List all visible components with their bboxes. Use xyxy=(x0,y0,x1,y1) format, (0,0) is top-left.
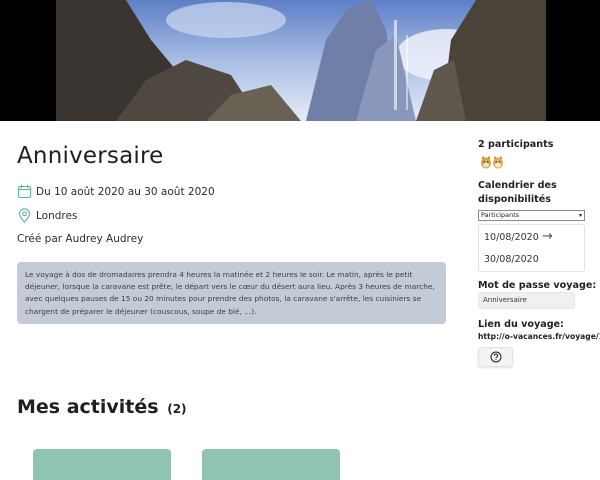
calendar-participants-select[interactable]: Participants ▾ xyxy=(478,210,585,221)
calendar-select-value: Participants xyxy=(481,211,520,219)
trip-creator: Créé par Audrey Audrey xyxy=(17,233,144,245)
chevron-down-icon: ▾ xyxy=(578,212,582,219)
calendar-icon xyxy=(17,184,32,199)
activities-heading-label: Mes activités xyxy=(17,396,159,418)
trip-dates: Du 10 août 2020 au 30 août 2020 xyxy=(36,185,215,198)
password-heading: Mot de passe voyage: xyxy=(478,280,597,291)
participants-avatars xyxy=(480,154,504,169)
help-button[interactable] xyxy=(478,347,513,367)
participants-heading: 2 participants xyxy=(478,139,554,150)
trip-location-row: Londres xyxy=(17,208,77,223)
trip-link-heading: Lien du voyage: xyxy=(478,319,564,330)
trip-title: Anniversaire xyxy=(17,143,164,169)
activities-count: (2) xyxy=(167,402,187,416)
calendar-end-date[interactable]: 30/08/2020 xyxy=(484,254,539,265)
trip-cover-image xyxy=(56,0,546,121)
trip-link-url[interactable]: http://o-vacances.fr/voyage/1 xyxy=(478,332,600,341)
trip-location: Londres xyxy=(36,209,78,222)
activities-heading: Mes activités (2) xyxy=(17,396,187,418)
trip-password-field[interactable]: Anniversaire xyxy=(478,292,575,309)
map-pin-icon xyxy=(17,208,32,223)
arrow-right-icon: → xyxy=(542,229,553,244)
calendar-date-range[interactable]: 10/08/2020 → 30/08/2020 xyxy=(478,224,585,272)
trip-dates-row: Du 10 août 2020 au 30 août 2020 xyxy=(17,184,215,199)
avatar[interactable] xyxy=(492,154,504,169)
activity-card[interactable] xyxy=(33,449,171,480)
avatar[interactable] xyxy=(480,154,492,169)
trip-description: Le voyage à dos de dromadaires prendra 4… xyxy=(17,262,446,324)
trip-cover-banner xyxy=(0,0,600,121)
calendar-heading: Calendrier des disponibilités xyxy=(478,180,557,205)
calendar-start-date[interactable]: 10/08/2020 xyxy=(484,232,539,243)
activity-card[interactable] xyxy=(202,449,340,480)
question-circle-icon xyxy=(490,348,502,367)
